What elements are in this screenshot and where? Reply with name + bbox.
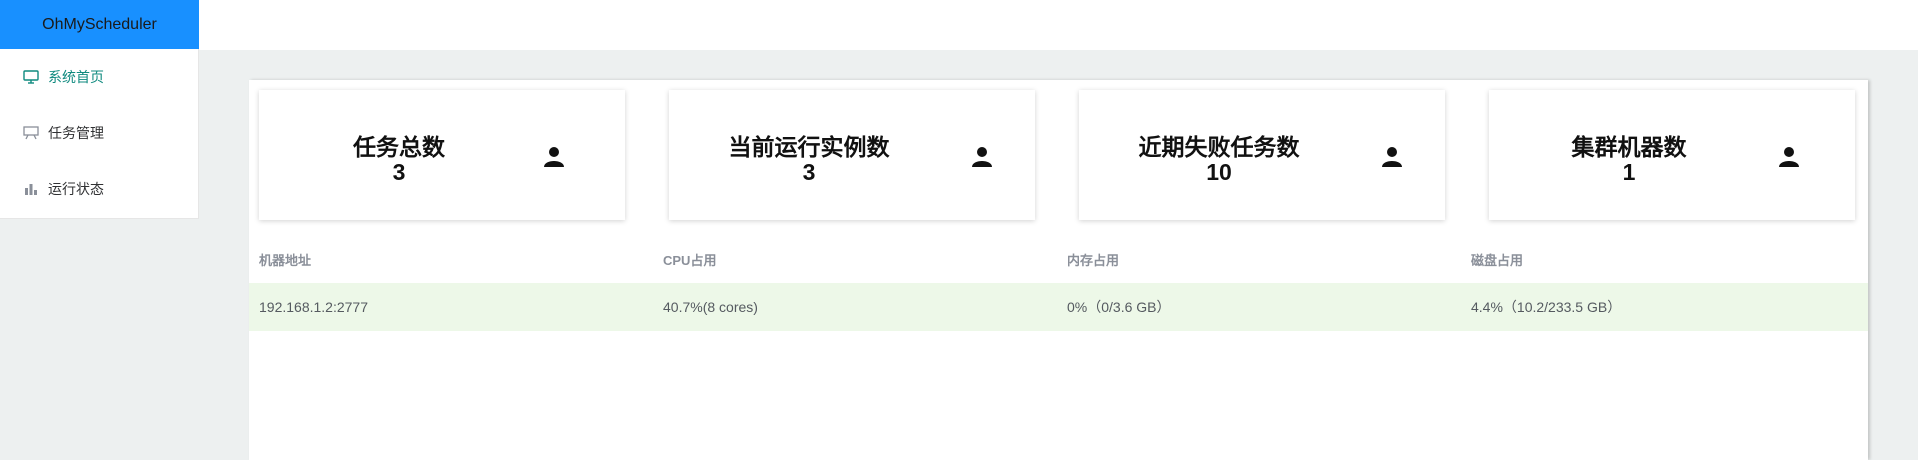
sidebar-item-label: 任务管理	[48, 125, 104, 141]
stat-card-cluster-machines: 集群机器数 1	[1489, 90, 1855, 220]
user-icon	[1382, 147, 1402, 167]
stat-card-title: 任务总数	[353, 134, 445, 160]
cell-disk: 4.4%（10.2/233.5 GB）	[1471, 299, 1622, 315]
monitor-icon	[22, 68, 40, 86]
sidebar: 系统首页 任务管理 运行状态	[0, 49, 199, 219]
stat-card-value: 10	[1206, 159, 1232, 185]
stat-card-title: 集群机器数	[1571, 134, 1687, 160]
cell-memory: 0%（0/3.6 GB）	[1067, 299, 1171, 315]
stat-card-title: 近期失败任务数	[1138, 134, 1300, 160]
table-row[interactable]: 192.168.1.2:2777 40.7%(8 cores) 0%（0/3.6…	[249, 283, 1868, 331]
main-panel: 任务总数 3 当前运行实例数 3 近期失败任务数 10 集群机器数 1 机器地址…	[249, 80, 1868, 460]
column-header-disk[interactable]: 磁盘占用	[1461, 250, 1865, 269]
cell-cpu: 40.7%(8 cores)	[663, 299, 758, 315]
sidebar-item-tasks[interactable]: 任务管理	[0, 105, 198, 161]
column-header-cpu[interactable]: CPU占用	[653, 250, 1057, 269]
stats-cards: 任务总数 3 当前运行实例数 3 近期失败任务数 10 集群机器数 1	[249, 90, 1868, 220]
sidebar-item-status[interactable]: 运行状态	[0, 161, 198, 217]
user-icon	[1779, 147, 1799, 167]
top-bar	[199, 0, 1918, 50]
app-logo[interactable]: OhMyScheduler	[0, 0, 199, 49]
stat-card-failed-tasks: 近期失败任务数 10	[1079, 90, 1445, 220]
stat-card-running-instances: 当前运行实例数 3	[669, 90, 1035, 220]
user-icon	[544, 147, 564, 167]
column-header-address[interactable]: 机器地址	[249, 250, 653, 269]
stat-card-value: 1	[1622, 159, 1636, 185]
user-icon	[972, 147, 992, 167]
sidebar-item-label: 系统首页	[48, 69, 104, 85]
sidebar-item-home[interactable]: 系统首页	[0, 49, 198, 105]
stat-card-title: 当前运行实例数	[728, 134, 890, 160]
stat-card-value: 3	[802, 159, 816, 185]
stat-card-total-tasks: 任务总数 3	[259, 90, 625, 220]
column-header-memory[interactable]: 内存占用	[1057, 250, 1461, 269]
app-title: OhMyScheduler	[42, 15, 157, 33]
cell-address: 192.168.1.2:2777	[259, 299, 368, 315]
sidebar-item-label: 运行状态	[48, 181, 104, 197]
stat-card-value: 3	[392, 159, 406, 185]
presentation-icon	[22, 124, 40, 142]
machine-table: 机器地址 CPU占用 内存占用 磁盘占用 192.168.1.2:2777 40…	[249, 235, 1868, 331]
table-header: 机器地址 CPU占用 内存占用 磁盘占用	[249, 235, 1868, 283]
bar-chart-icon	[22, 180, 40, 198]
